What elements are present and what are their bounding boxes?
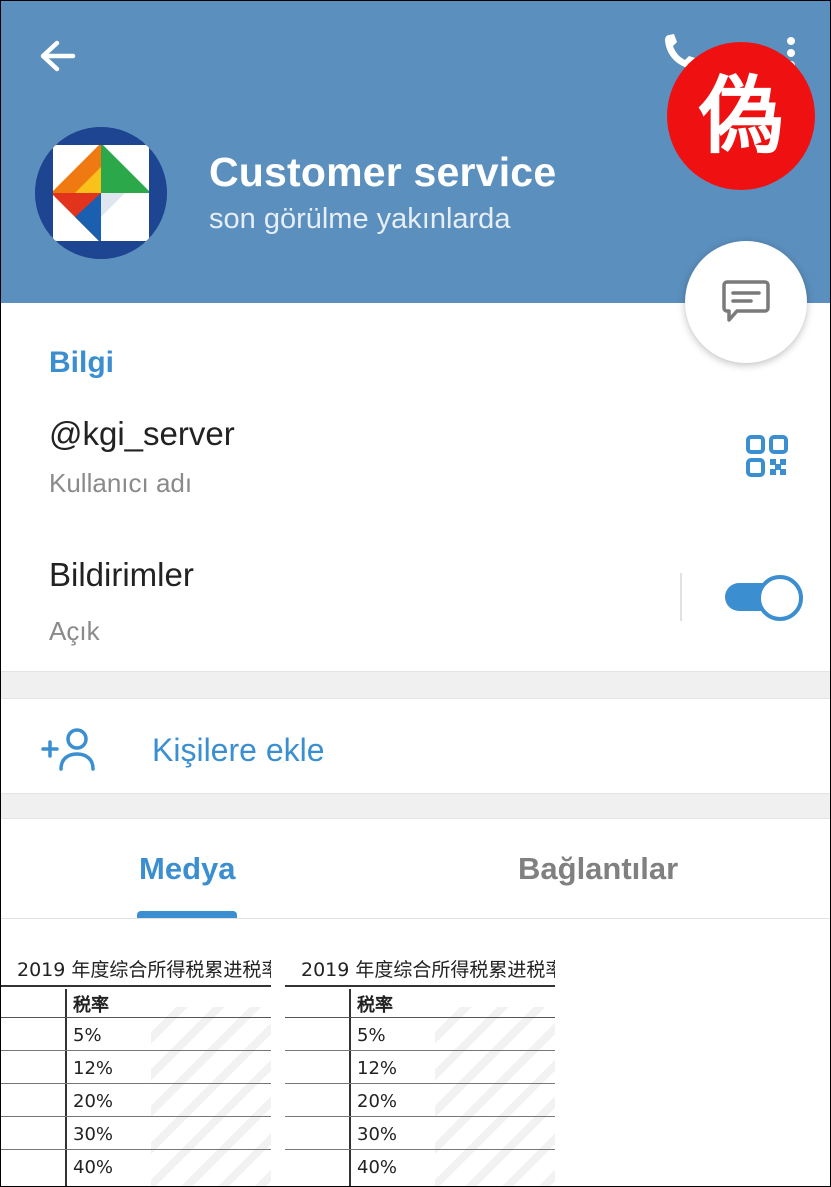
table-rule xyxy=(1,1083,271,1084)
bank-logo-icon xyxy=(35,127,167,259)
table-cell: 40% xyxy=(357,1157,398,1178)
back-arrow-icon[interactable] xyxy=(37,35,79,77)
last-seen-status: son görülme yakınlarda xyxy=(209,203,511,235)
divider xyxy=(680,573,682,621)
username[interactable]: @kgi_server xyxy=(49,415,235,453)
table-rule xyxy=(1,1017,271,1018)
table-rule xyxy=(285,1083,555,1084)
tab-bar-divider xyxy=(1,918,830,919)
message-button[interactable] xyxy=(685,241,807,363)
watermark xyxy=(435,1007,555,1186)
table-cell: 5% xyxy=(357,1025,386,1046)
table-rule xyxy=(1,1149,271,1150)
document-title: 2019 年度综合所得税累进税率 xyxy=(301,959,555,981)
table-rule xyxy=(285,1017,555,1018)
table-column-rule xyxy=(65,989,67,1186)
notifications-title[interactable]: Bildirimler xyxy=(49,556,194,594)
table-cell: 5% xyxy=(73,1025,102,1046)
add-contact-label[interactable]: Kişilere ekle xyxy=(152,732,325,769)
username-label: Kullanıcı adı xyxy=(49,468,193,498)
fake-warning-badge: 偽 xyxy=(667,42,815,190)
add-contact-row[interactable] xyxy=(1,699,830,791)
qr-code-icon[interactable] xyxy=(745,434,789,478)
table-rule xyxy=(285,985,555,987)
table-cell: 30% xyxy=(73,1124,114,1145)
table-rule xyxy=(1,985,271,987)
table-cell: 40% xyxy=(73,1157,114,1178)
fake-badge-label: 偽 xyxy=(698,67,783,165)
table-cell: 20% xyxy=(73,1091,114,1112)
tab-media[interactable]: Medya xyxy=(139,851,235,887)
avatar[interactable] xyxy=(35,127,167,259)
table-header: 税率 xyxy=(357,995,393,1016)
table-column-rule xyxy=(349,989,351,1186)
contact-name: Customer service xyxy=(209,149,557,195)
section-separator xyxy=(1,671,830,699)
tab-links[interactable]: Bağlantılar xyxy=(518,851,678,887)
media-thumbnail[interactable]: 2019 年度综合所得税累进税率 税率 5% 12% 20% 30% 40% xyxy=(1,947,271,1186)
table-cell: 12% xyxy=(73,1058,114,1079)
table-rule xyxy=(285,1149,555,1150)
table-rule xyxy=(285,1116,555,1117)
notifications-toggle[interactable] xyxy=(725,575,803,621)
notifications-state: Açık xyxy=(49,616,100,646)
profile-screen: Customer service son görülme yakınlarda … xyxy=(0,0,831,1187)
table-header: 税率 xyxy=(73,995,109,1016)
table-rule xyxy=(285,1050,555,1051)
document-title: 2019 年度综合所得税累进税率 xyxy=(17,959,271,981)
add-user-icon[interactable] xyxy=(41,727,99,773)
toggle-thumb xyxy=(757,575,803,621)
table-rule xyxy=(1,1050,271,1051)
table-cell: 20% xyxy=(357,1091,398,1112)
media-thumbnail[interactable]: 2019 年度综合所得税累进税率 税率 5% 12% 20% 30% 40% xyxy=(285,947,555,1186)
table-cell: 12% xyxy=(357,1058,398,1079)
info-section-title: Bilgi xyxy=(49,346,114,379)
message-icon xyxy=(722,280,770,322)
watermark xyxy=(151,1007,271,1186)
section-separator xyxy=(1,793,830,819)
table-rule xyxy=(1,1116,271,1117)
table-cell: 30% xyxy=(357,1124,398,1145)
